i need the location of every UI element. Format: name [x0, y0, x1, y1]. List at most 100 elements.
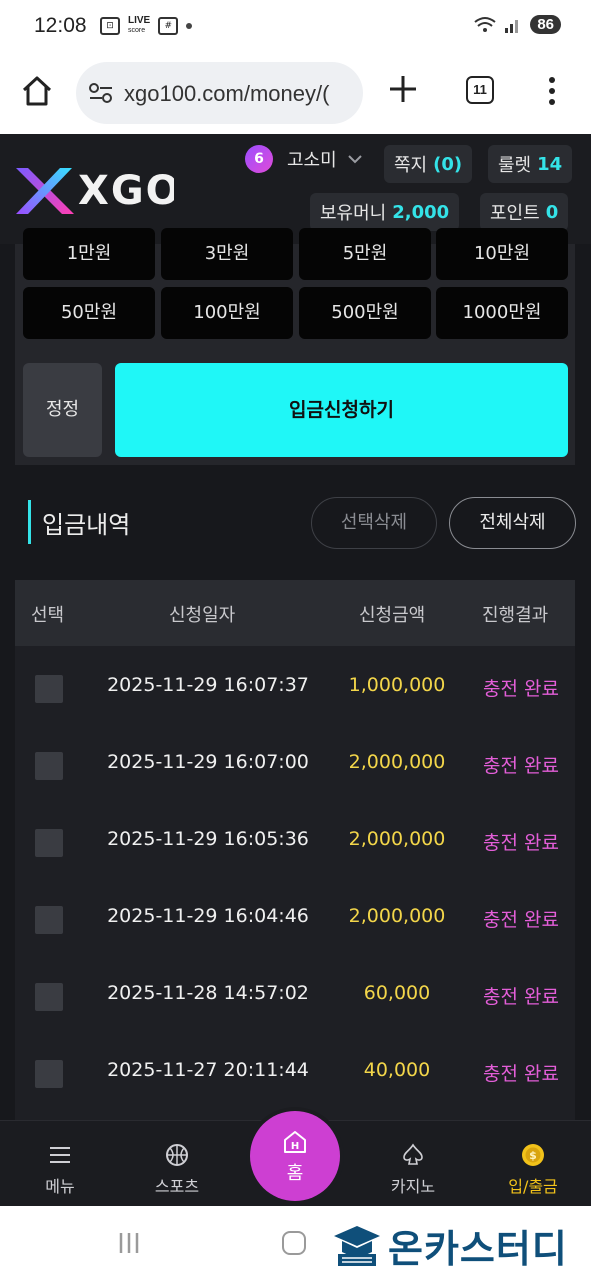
amount-button-30k[interactable]: 3만원 [161, 228, 293, 280]
row-date: 2025-11-29 16:07:00 [107, 751, 309, 773]
address-bar[interactable]: xgo100.com/money/( [76, 62, 363, 124]
row-result: 충전 완료 [483, 986, 559, 1008]
graduation-cap-icon [334, 1225, 380, 1266]
wifi-icon [474, 16, 496, 32]
column-date: 신청일자 [169, 605, 236, 626]
username: 고소미 [287, 150, 337, 171]
row-checkbox[interactable] [35, 752, 63, 780]
system-nav-bar: 온카스터디 [0, 1206, 591, 1280]
svg-text:XGO: XGO [78, 168, 174, 214]
screen-record-icon: ⊡ [100, 16, 120, 35]
row-amount: 2,000,000 [348, 905, 446, 927]
tune-icon[interactable] [88, 82, 114, 104]
row-amount: 40,000 [363, 1059, 431, 1081]
battery-indicator: 86 [530, 15, 561, 34]
history-table: 2025-11-29 16:07:37 1,000,000 충전 완료 2025… [15, 646, 575, 1120]
amount-button-500k[interactable]: 50만원 [23, 287, 155, 339]
section-accent-bar [28, 500, 31, 544]
row-result: 충전 완료 [483, 832, 559, 854]
table-row: 2025-11-29 16:04:46 2,000,000 충전 완료 [15, 877, 575, 954]
recent-apps-icon[interactable] [116, 1230, 142, 1256]
watermark: 온카스터디 [332, 1218, 568, 1273]
table-row: 2025-11-28 14:57:02 60,000 충전 완료 [15, 954, 575, 1031]
livescore-icon: LIVE score [128, 15, 151, 35]
column-amount: 신청금액 [359, 605, 426, 626]
column-select: 선택 [31, 605, 65, 626]
row-checkbox[interactable] [35, 983, 63, 1011]
table-row: 2025-11-29 16:07:37 1,000,000 충전 완료 [15, 646, 575, 723]
svg-text:H: H [291, 1141, 299, 1152]
point-value: 0 [545, 201, 559, 223]
amount-button-1m[interactable]: 100만원 [161, 287, 293, 339]
row-amount: 60,000 [363, 982, 431, 1004]
status-time: 12:08 [34, 14, 87, 37]
status-bar: 12:08 ⊡ LIVE score # 86 [0, 0, 591, 56]
roulette-button[interactable]: 룰렛 14 [488, 145, 573, 183]
chevron-down-icon[interactable] [347, 151, 363, 167]
home-icon[interactable] [20, 74, 54, 108]
roulette-count: 14 [537, 153, 563, 175]
row-checkbox[interactable] [35, 675, 63, 703]
history-table-header: 선택 신청일자 신청금액 진행결과 [15, 580, 575, 646]
message-count: (0) [433, 153, 463, 175]
tabs-icon[interactable]: 11 [466, 76, 494, 104]
notification-dot-icon [186, 22, 193, 29]
nav-home-button[interactable]: H 홈 [250, 1111, 340, 1201]
grid-app-icon: # [158, 16, 179, 35]
user-menu[interactable]: 6 고소미 [245, 145, 373, 173]
nav-sports[interactable]: 스포츠 [134, 1121, 220, 1207]
amount-button-100k[interactable]: 10만원 [436, 228, 568, 280]
table-row: 2025-11-29 16:05:36 2,000,000 충전 완료 [15, 800, 575, 877]
signal-icon [505, 19, 519, 33]
row-result: 충전 완료 [483, 1063, 559, 1085]
delete-all-button[interactable]: 전체삭제 [449, 497, 576, 549]
history-title: 입금내역 [42, 511, 131, 539]
coin-icon: $ [522, 1144, 544, 1166]
hamburger-icon [50, 1147, 70, 1163]
plus-icon[interactable] [386, 72, 420, 106]
url-text[interactable]: xgo100.com/money/( [124, 81, 329, 107]
row-result: 충전 완료 [483, 909, 559, 931]
nav-deposit-withdraw[interactable]: $ 입/출금 [490, 1121, 576, 1207]
row-checkbox[interactable] [35, 906, 63, 934]
balance-value: 2,000 [392, 201, 450, 223]
amount-button-5m[interactable]: 500만원 [299, 287, 431, 339]
reset-button[interactable]: 정정 [23, 363, 102, 457]
system-home-icon[interactable] [282, 1231, 306, 1255]
amount-button-50k[interactable]: 5만원 [299, 228, 431, 280]
spade-icon [403, 1143, 423, 1165]
row-date: 2025-11-29 16:04:46 [107, 905, 309, 927]
nav-menu[interactable]: 메뉴 [18, 1121, 102, 1207]
nav-casino[interactable]: 카지노 [370, 1121, 456, 1207]
basketball-icon [166, 1144, 188, 1166]
watermark-text: 온카스터디 [388, 1227, 568, 1271]
point-chip[interactable]: 포인트 0 [480, 193, 569, 231]
row-date: 2025-11-27 20:11:44 [107, 1059, 309, 1081]
table-row: 2025-11-27 20:11:44 40,000 충전 완료 [15, 1031, 575, 1108]
column-result: 진행결과 [482, 605, 549, 626]
amount-button-10k[interactable]: 1만원 [23, 228, 155, 280]
row-checkbox[interactable] [35, 1060, 63, 1088]
deposit-request-button[interactable]: 입금신청하기 [115, 363, 568, 457]
row-result: 충전 완료 [483, 755, 559, 777]
balance-chip[interactable]: 보유머니 2,000 [310, 193, 460, 231]
home-badge-icon: H [284, 1131, 306, 1153]
delete-selected-button[interactable]: 선택삭제 [311, 497, 437, 549]
table-row: 2025-11-29 16:07:00 2,000,000 충전 완료 [15, 723, 575, 800]
amount-button-10m[interactable]: 1000만원 [436, 287, 568, 339]
svg-text:$: $ [529, 1149, 537, 1162]
level-badge: 6 [245, 145, 273, 173]
row-checkbox[interactable] [35, 829, 63, 857]
row-date: 2025-11-29 16:05:36 [107, 828, 309, 850]
row-amount: 2,000,000 [348, 751, 446, 773]
browser-toolbar: xgo100.com/money/( 11 [0, 56, 591, 134]
row-amount: 2,000,000 [348, 828, 446, 850]
row-date: 2025-11-29 16:07:37 [107, 674, 309, 696]
xgo-logo[interactable]: XGO [14, 162, 174, 218]
row-amount: 1,000,000 [348, 674, 446, 696]
messages-button[interactable]: 쪽지 (0) [384, 145, 473, 183]
deposit-panel: 1만원 3만원 5만원 10만원 50만원 100만원 500만원 1000만원… [15, 228, 575, 465]
row-result: 충전 완료 [483, 678, 559, 700]
more-vert-icon[interactable] [540, 74, 564, 108]
row-date: 2025-11-28 14:57:02 [107, 982, 309, 1004]
